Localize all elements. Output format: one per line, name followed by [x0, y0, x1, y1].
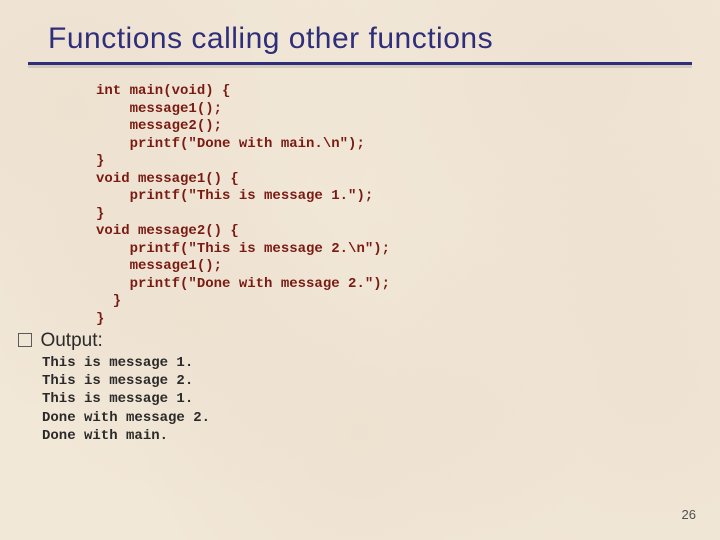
page-number: 26	[682, 507, 696, 522]
slide-title: Functions calling other functions	[0, 0, 720, 62]
output-label: Output:	[40, 330, 102, 351]
bullet-icon	[18, 333, 32, 347]
output-listing: This is message 1. This is message 2. Th…	[0, 352, 720, 445]
code-listing: int main(void) { message1(); message2();…	[0, 65, 720, 328]
output-heading-row: Output:	[0, 328, 720, 352]
